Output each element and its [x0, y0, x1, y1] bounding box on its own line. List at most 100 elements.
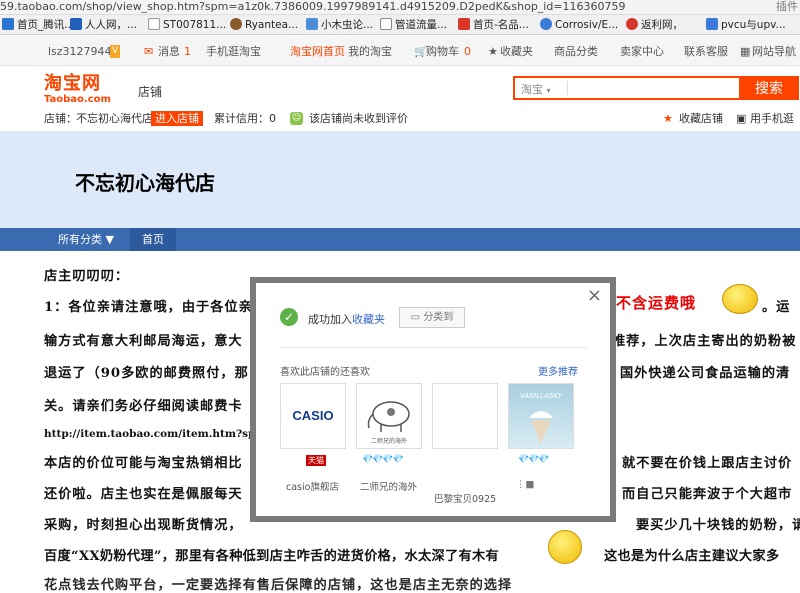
- username-link[interactable]: lsz31279447: [48, 45, 119, 58]
- favicon-icon: [306, 18, 318, 30]
- dialog-body: × ✓ 成功加入收藏夹 ▭ 分类到 喜欢此店铺的还喜欢 更多推荐 CASIO 二…: [256, 283, 610, 516]
- favicon-icon: [148, 18, 160, 30]
- bookmarks-bar: 首页_腾讯... 人人网，... ST007811... Ryantea... …: [0, 15, 800, 35]
- more-recommendations-link[interactable]: 更多推荐: [538, 363, 578, 378]
- content-line: 国外快递公司食品运输的清: [620, 366, 791, 381]
- recommended-shop-card[interactable]: [432, 383, 498, 449]
- content-line: 输方式有意大利邮局海运，意大: [44, 334, 243, 349]
- bookmark-item[interactable]: 返利网，: [626, 18, 683, 32]
- favorite-success-dialog: × ✓ 成功加入收藏夹 ▭ 分类到 喜欢此店铺的还喜欢 更多推荐 CASIO 二…: [250, 277, 616, 522]
- favorites-link[interactable]: 收藏夹: [352, 313, 385, 326]
- content-line: 关。请亲们务必仔细阅读邮费卡: [44, 399, 243, 414]
- vip-badge: V: [110, 45, 121, 58]
- favicon-icon: [2, 18, 14, 30]
- shop-name[interactable]: 二师兄的海外: [360, 479, 417, 493]
- favicon-icon: [230, 18, 242, 30]
- favicon-icon: [626, 18, 638, 30]
- bookmark-item[interactable]: 管道流量...: [380, 18, 447, 32]
- bookmark-item[interactable]: 首页_腾讯...: [2, 18, 74, 32]
- content-url-link[interactable]: http://item.taobao.com/item.htm?spm: [44, 428, 267, 440]
- search-scope-select[interactable]: 淘宝 ▾: [521, 81, 551, 97]
- favicon-icon: [70, 18, 82, 30]
- folder-icon: ▭: [410, 312, 421, 323]
- categories-link[interactable]: 商品分类: [554, 45, 598, 58]
- messages-link[interactable]: 消息: [158, 45, 180, 58]
- message-count: 1: [184, 45, 191, 58]
- also-like-label: 喜欢此店铺的还喜欢: [280, 367, 370, 378]
- shop-name[interactable]: casio旗舰店: [286, 479, 339, 493]
- star-icon: ★: [663, 112, 673, 125]
- cart-link[interactable]: 购物车: [426, 45, 459, 58]
- site-topbar: lsz31279447 V ✉ 消息 1 手机逛淘宝 淘宝网首页 我的淘宝 🛒 …: [0, 36, 800, 66]
- mobile-taobao-link[interactable]: 手机逛淘宝: [206, 45, 261, 58]
- content-line: 这也是为什么店主建议大家多: [604, 549, 780, 564]
- recommended-shop-card[interactable]: 二师兄的海外: [356, 383, 422, 449]
- shop-name-link[interactable]: 不忘初心海代店: [76, 112, 153, 125]
- sitemap-link[interactable]: 网站导航: [752, 45, 796, 58]
- favicon-icon: [706, 18, 718, 30]
- shop-name[interactable]: 巴黎宝贝0925: [434, 491, 496, 505]
- bookmark-item[interactable]: Corrosiv/E...: [540, 18, 618, 32]
- taobao-home-link[interactable]: 淘宝网首页: [290, 45, 345, 58]
- mobile-shop-link[interactable]: 用手机逛: [750, 112, 794, 125]
- credit-text: 累计信用：0: [214, 112, 276, 125]
- favicon-icon: [540, 18, 552, 30]
- content-line: 推荐，上次店主寄出的奶粉被: [612, 334, 797, 349]
- logo-domain: Taobao.com: [44, 94, 111, 105]
- bookmark-item[interactable]: ST007811...: [148, 18, 226, 32]
- chevron-down-icon: ▾: [546, 86, 551, 95]
- shop-name-icon: ⋮■: [516, 479, 535, 490]
- content-line: 花点钱去代购平台，一定要选择有售后保障的店铺，这也是店主无奈的选择: [44, 578, 513, 593]
- seller-center-link[interactable]: 卖家中心: [620, 45, 664, 58]
- content-line: 。运: [762, 300, 791, 315]
- review-icon: ☺: [290, 112, 303, 125]
- shouting-emoji-icon: [722, 284, 758, 314]
- bookmark-item[interactable]: Ryantea...: [230, 18, 298, 32]
- shop-prefix: 店铺：: [44, 112, 77, 125]
- content-line: 退运了（90多欧的邮费照付，那: [44, 366, 249, 381]
- content-line: 百度“XX奶粉代理”，那里有各种低到店主咋舌的进货价格，水太深了有木有: [44, 549, 499, 564]
- bookmark-item[interactable]: 小木虫论...: [306, 18, 373, 32]
- url-text[interactable]: 59.taobao.com/shop/view_shop.htm?spm=a1z…: [0, 0, 626, 14]
- shop-banner: 不忘初心海代店: [0, 131, 800, 228]
- content-line: 就不要在价钱上跟店主讨价: [622, 456, 793, 471]
- content-heading: 店主叨叨叨：: [44, 269, 130, 284]
- recommended-shop-card[interactable]: VANILLASKY: [508, 383, 574, 449]
- nav-home-tab[interactable]: 首页: [130, 228, 176, 251]
- search-button[interactable]: 搜索: [739, 76, 799, 100]
- mail-icon: ✉: [144, 45, 154, 58]
- shop-navbar: 所有分类 ▼ 首页: [0, 228, 800, 251]
- smile-emoji-icon: [548, 530, 582, 564]
- browser-url-bar[interactable]: 59.taobao.com/shop/view_shop.htm?spm=a1z…: [0, 0, 800, 15]
- recommended-shop-card[interactable]: CASIO: [280, 383, 346, 449]
- cart-count: 0: [464, 45, 471, 58]
- enter-shop-button[interactable]: 进入店铺: [151, 111, 203, 126]
- diamond-rating-icon: 💎💎💎: [518, 455, 550, 465]
- shop-info-row: 店铺： 不忘初心海代店 进入店铺 累计信用：0 ☺ 该店铺尚未收到评价 ★ 收藏…: [0, 108, 800, 130]
- favorite-shop-link[interactable]: 收藏店铺: [679, 112, 723, 125]
- shop-section-label: 店铺: [138, 85, 163, 99]
- customer-service-link[interactable]: 联系客服: [684, 45, 728, 58]
- diamond-rating-icon: 💎💎💎💎: [362, 455, 404, 465]
- taobao-logo[interactable]: 淘宝网 Taobao.com: [44, 74, 120, 106]
- content-line: 要买少几十块钱的奶粉，请: [636, 518, 800, 533]
- extensions-label[interactable]: 插件: [776, 0, 798, 14]
- caret-down-icon: ▼: [105, 233, 114, 246]
- my-taobao-link[interactable]: 我的淘宝: [348, 45, 392, 58]
- search-box[interactable]: 淘宝 ▾ 搜索: [513, 76, 799, 100]
- content-line: 1：各位亲请注意哦，由于各位亲: [44, 300, 253, 315]
- success-message: 成功加入收藏夹: [308, 313, 385, 326]
- content-line: 而自己只能奔波于个大超市: [622, 487, 793, 502]
- search-divider: [567, 81, 568, 95]
- bookmark-item[interactable]: 首页-名品...: [458, 18, 529, 32]
- all-categories-menu[interactable]: 所有分类 ▼: [46, 228, 130, 251]
- bookmark-item[interactable]: pvcu与upv...: [706, 18, 786, 32]
- close-icon[interactable]: ×: [587, 287, 602, 305]
- sitemap-icon: ▦: [740, 45, 751, 58]
- no-reviews-text: 该店铺尚未收到评价: [309, 112, 408, 125]
- favorites-link[interactable]: 收藏夹: [500, 45, 533, 58]
- categorize-button[interactable]: ▭ 分类到: [399, 307, 465, 328]
- shop-title: 不忘初心海代店: [75, 171, 215, 195]
- casio-logo: CASIO: [292, 408, 334, 423]
- bookmark-item[interactable]: 人人网，...: [70, 18, 137, 32]
